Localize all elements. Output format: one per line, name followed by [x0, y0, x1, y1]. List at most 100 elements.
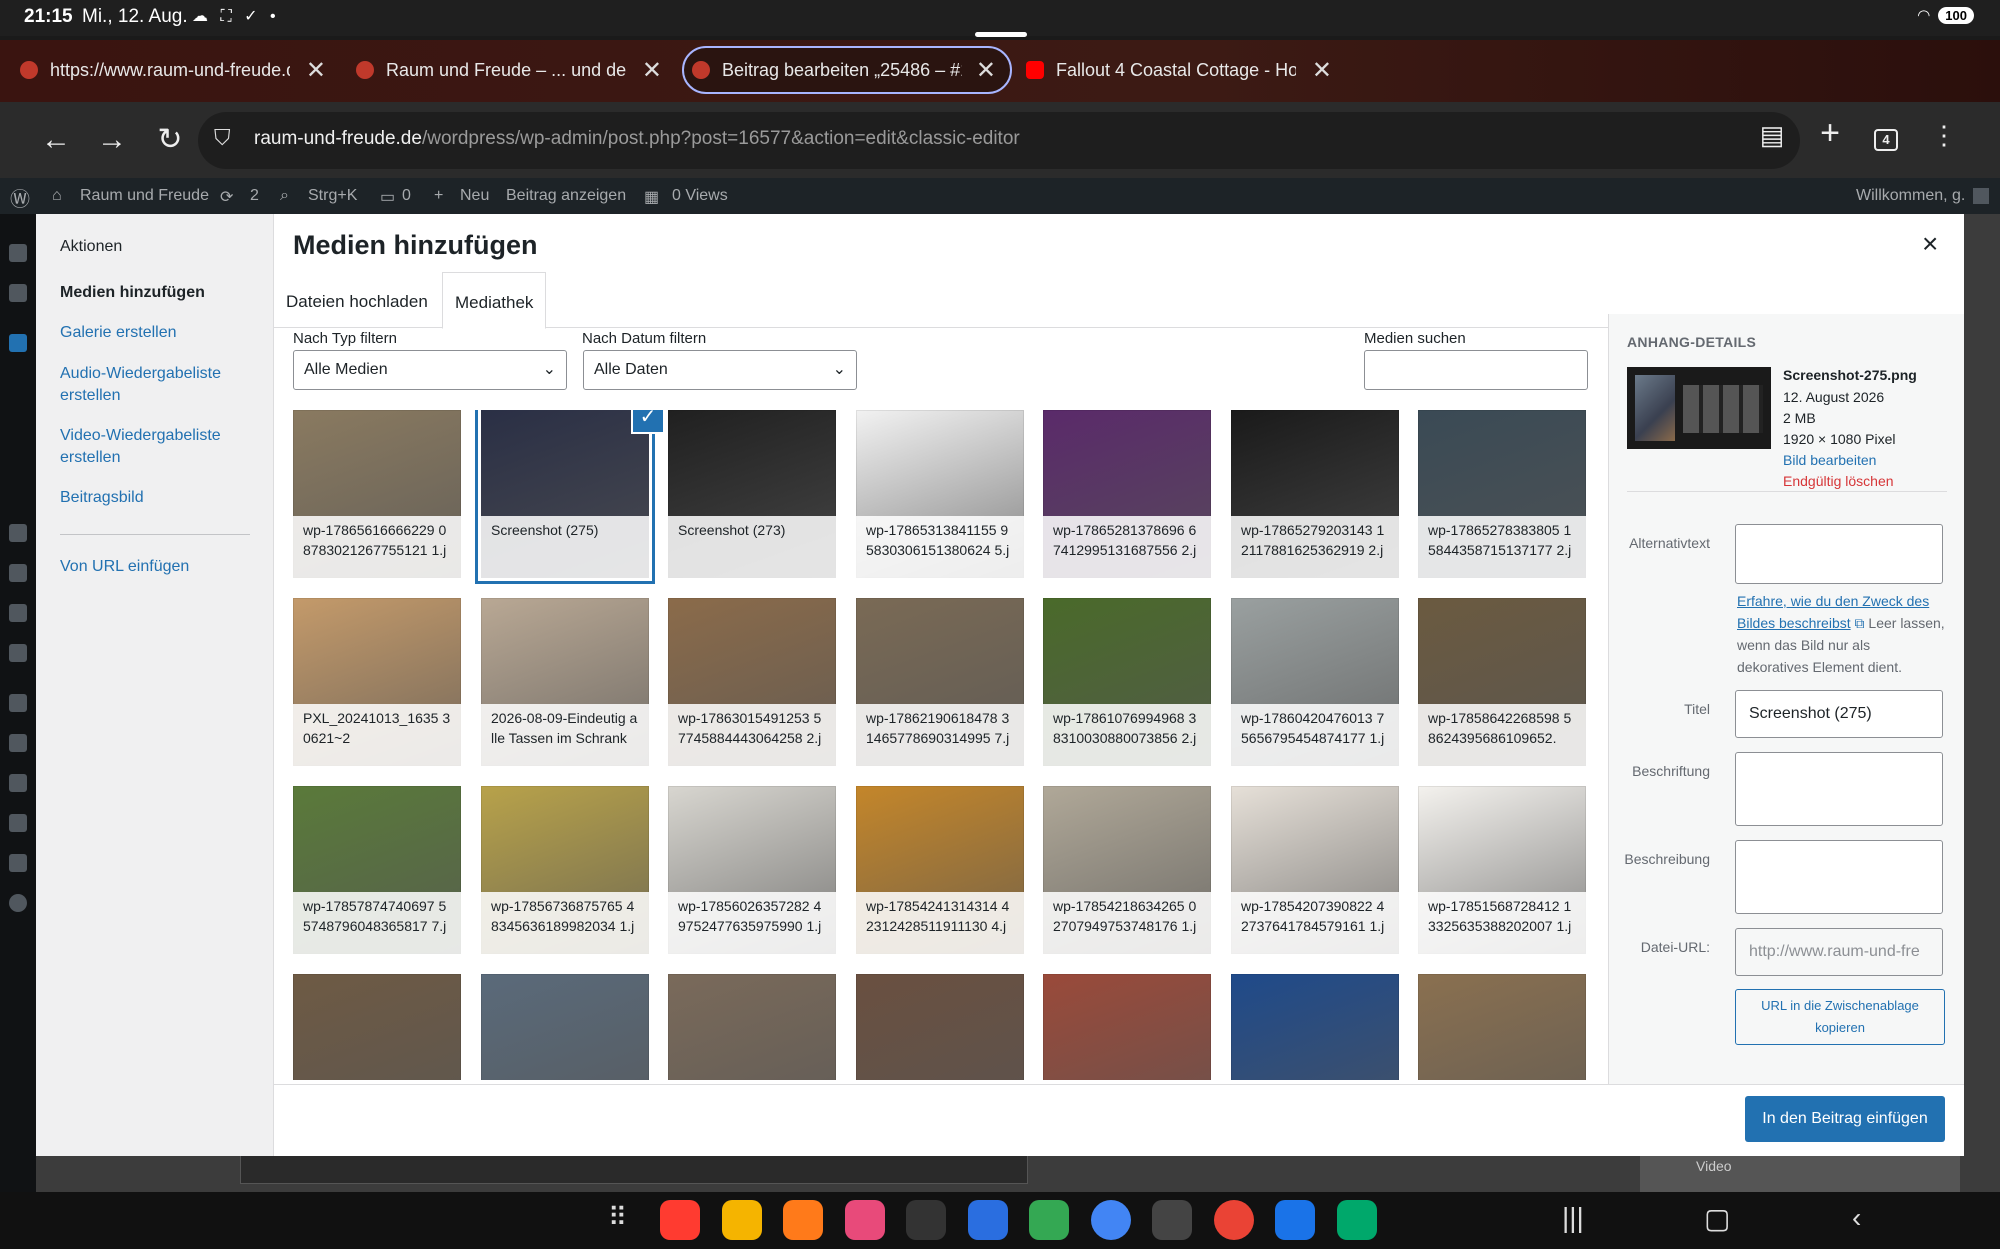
attachment-thumbnail[interactable] [1043, 974, 1211, 1080]
dock-app-icon[interactable] [1090, 1200, 1131, 1240]
avatar[interactable] [1973, 188, 1989, 204]
tab-upload-files[interactable]: Dateien hochladen [274, 272, 440, 329]
forward-icon[interactable]: → [92, 120, 132, 160]
dashboard-icon[interactable] [9, 244, 27, 262]
recents-icon[interactable]: ||| [1562, 1202, 1584, 1234]
media-icon[interactable] [9, 524, 27, 542]
type-filter-select[interactable]: Alle Medien ⌄ [293, 350, 567, 390]
dock-app-icon[interactable] [783, 1200, 823, 1240]
alt-text-field[interactable] [1735, 524, 1943, 584]
close-tab-icon[interactable]: ✕ [306, 56, 326, 85]
dock-app-icon[interactable] [1336, 1200, 1377, 1240]
edit-image-link[interactable]: Bild bearbeiten [1783, 452, 1876, 468]
attachment-thumbnail[interactable]: wp-17854218634265 02707949753748176 1.j [1043, 786, 1211, 954]
home-icon[interactable]: ⌂ [52, 187, 62, 205]
checkmark-icon[interactable]: ✓ [633, 410, 663, 432]
stats-icon[interactable]: ▦ [644, 187, 659, 207]
attachment-thumbnail[interactable] [1231, 974, 1399, 1080]
collapse-icon[interactable] [9, 894, 27, 912]
attachment-thumbnail[interactable]: wp-17856736875765 48345636189982034 1.j [481, 786, 649, 954]
date-filter-select[interactable]: Alle Daten ⌄ [583, 350, 857, 390]
file-url-field[interactable]: http://www.raum-und-fre [1735, 928, 1943, 976]
posts-icon[interactable] [9, 334, 27, 352]
new-content-link[interactable]: Neu [460, 187, 489, 205]
dock-app-icon[interactable] [1029, 1200, 1069, 1240]
attachment-thumbnail[interactable]: wp-17861076994968 38310030880073856 2.j [1043, 598, 1211, 766]
dock-app-icon[interactable] [967, 1200, 1008, 1240]
welcome-link[interactable]: Willkommen, g. [1856, 187, 1965, 205]
description-field[interactable] [1735, 840, 1943, 914]
views-count[interactable]: 0 Views [672, 187, 728, 205]
browser-tab[interactable]: Raum und Freude – ... und der g ✕ [356, 46, 662, 94]
attachment-thumbnail[interactable] [856, 974, 1024, 1080]
attachment-thumbnail[interactable]: wp-17857874740697 55748796048365817 7.j [293, 786, 461, 954]
attachment-thumbnail[interactable] [1418, 974, 1586, 1080]
menu-icon[interactable]: ⋮ [1924, 120, 1964, 151]
attachment-thumbnail[interactable]: wp-17865616666229 08783021267755121 1.j [293, 410, 461, 578]
attachment-thumbnail[interactable]: 2026-08-09-Eindeutig alle Tassen im Schr… [481, 598, 649, 766]
back-icon[interactable]: ← [36, 120, 76, 160]
dock-app-icon[interactable] [721, 1200, 762, 1240]
dock-app-icon[interactable] [1213, 1200, 1254, 1240]
dock-app-icon[interactable] [660, 1200, 700, 1240]
attachment-thumbnail[interactable]: wp-17865279203143 12117881625362919 2.j [1231, 410, 1399, 578]
dock-app-icon[interactable] [1152, 1200, 1192, 1240]
new-tab-icon[interactable]: + [1810, 114, 1850, 153]
wordpress-logo-icon[interactable]: Ⓦ [10, 183, 30, 212]
pages-icon[interactable] [9, 604, 27, 622]
tab-switcher-icon[interactable]: 4 [1866, 120, 1906, 151]
site-info-icon[interactable]: ⛉ [214, 125, 236, 155]
media-search-input[interactable] [1364, 350, 1588, 390]
attachment-thumbnail[interactable]: Screenshot (273) [668, 410, 836, 578]
plugins-icon[interactable] [9, 734, 27, 752]
site-name-link[interactable]: Raum und Freude [80, 187, 209, 205]
reader-mode-icon[interactable]: ▤ [1752, 120, 1792, 151]
settings-icon[interactable] [9, 854, 27, 872]
address-bar[interactable]: ⛉ raum-und-freude.de/wordpress/wp-admin/… [198, 112, 1800, 169]
close-tab-icon[interactable]: ✕ [642, 56, 662, 85]
attachment-thumbnail[interactable]: wp-17863015491253 57745884443064258 2.j [668, 598, 836, 766]
drag-handle[interactable] [975, 32, 1027, 37]
attachment-thumbnail[interactable]: PXL_20241013_1635 30621~2 [293, 598, 461, 766]
attachment-thumbnail[interactable]: wp-17856026357282 49752477635975990 1.j [668, 786, 836, 954]
tools-icon[interactable] [9, 814, 27, 832]
menu-item-add-media[interactable]: Medien hinzufügen [60, 282, 260, 304]
attachment-thumbnail[interactable] [293, 974, 461, 1080]
back-nav-icon[interactable]: ‹ [1852, 1202, 1861, 1234]
menu-item-audio-playlist[interactable]: Audio-Wiedergabeliste erstellen [60, 363, 260, 407]
comments-count[interactable]: 0 [402, 187, 411, 205]
attachment-selected[interactable]: Screenshot (275) [481, 410, 649, 578]
attachment-thumbnail[interactable]: wp-17851568728412 13325635388202007 1.j [1418, 786, 1586, 954]
menu-item-insert-from-url[interactable]: Von URL einfügen [60, 556, 260, 578]
dock-app-icon[interactable] [844, 1200, 885, 1240]
view-post-link[interactable]: Beitrag anzeigen [506, 187, 626, 205]
browser-tab[interactable]: https://www.raum-und-freude.de ✕ [20, 46, 326, 94]
dock-app-icon[interactable] [906, 1200, 946, 1240]
attachment-thumbnail[interactable]: wp-17865278383805 15844358715137177 2.j [1418, 410, 1586, 578]
menu-item-video-playlist[interactable]: Video-Wiedergabeliste erstellen [60, 425, 260, 469]
attachment-thumbnail[interactable]: wp-17865313841155 95830306151380624 5.j [856, 410, 1024, 578]
users-icon[interactable] [9, 774, 27, 792]
close-tab-icon[interactable]: ✕ [1312, 56, 1332, 85]
home-button-icon[interactable]: ▢ [1704, 1202, 1730, 1235]
attachment-thumbnail[interactable]: wp-17865281378696 67412995131687556 2.j [1043, 410, 1211, 578]
menu-item-gallery[interactable]: Galerie erstellen [60, 322, 260, 344]
browser-tab[interactable]: Fallout 4 Coastal Cottage - Hou ✕ [1026, 46, 1332, 94]
attachment-thumbnail[interactable] [668, 974, 836, 1080]
updates-count[interactable]: 2 [250, 187, 259, 205]
browser-tab-active[interactable]: Beitrag bearbeiten „25486 – #1 ✕ [682, 46, 1012, 94]
plus-icon[interactable]: + [434, 187, 443, 205]
menu-item-featured-image[interactable]: Beitragsbild [60, 487, 260, 509]
links-icon[interactable] [9, 564, 27, 582]
comments-icon[interactable]: ▭ [380, 187, 395, 207]
comments-icon[interactable] [9, 644, 27, 662]
attachment-thumbnail[interactable]: wp-17854207390822 42737641784579161 1.j [1231, 786, 1399, 954]
close-tab-icon[interactable]: ✕ [976, 56, 996, 85]
copy-url-button[interactable]: URL in die Zwischenablage kopieren [1735, 989, 1945, 1045]
attachment-thumbnail[interactable]: wp-17860420476013 75656795454874177 1.j [1231, 598, 1399, 766]
attachment-thumbnail[interactable]: wp-17854241314314 42312428511911130 4.j [856, 786, 1024, 954]
insert-into-post-button[interactable]: In den Beitrag einfügen [1745, 1096, 1945, 1142]
attachment-thumbnail[interactable]: wp-17862190618478 31465778690314995 7.j [856, 598, 1024, 766]
close-modal-button[interactable]: × [1922, 228, 1938, 260]
jetpack-icon[interactable] [9, 284, 27, 302]
